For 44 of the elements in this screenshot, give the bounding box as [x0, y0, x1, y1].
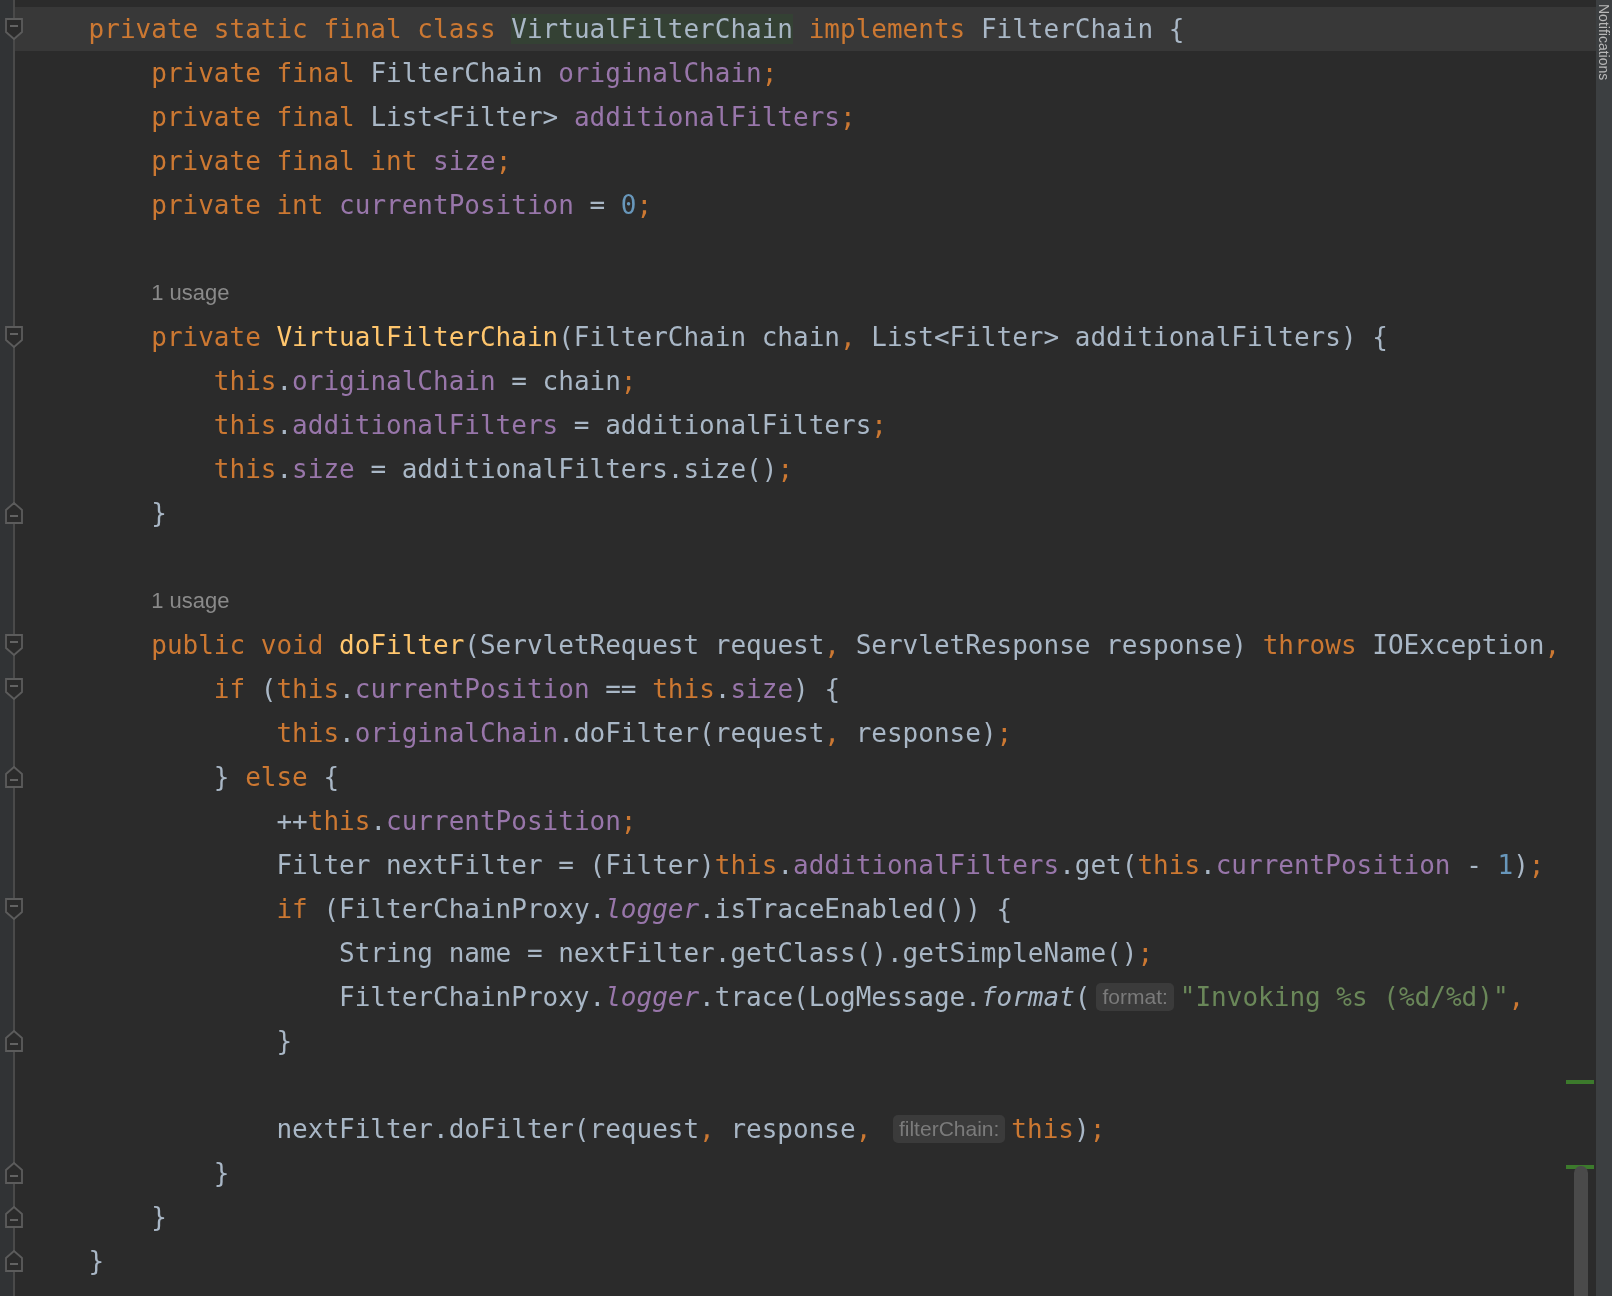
code-text: Filter nextFilter = (Filter)this.additionalFilters.get(this.currentPosition - 1); — [275, 850, 1545, 880]
code-text: "Invoking %s (%d/%d)", — [1179, 982, 1525, 1012]
code-text: this.originalChain = chain; — [212, 366, 637, 396]
fold-icon[interactable] — [4, 1249, 24, 1273]
code-text: if (this.currentPosition == this.size) { — [212, 674, 841, 704]
fold-icon[interactable] — [4, 1029, 24, 1053]
fold-icon[interactable] — [4, 765, 24, 789]
code-text: FilterChainProxy.logger.trace(LogMessage.format( — [338, 982, 1091, 1012]
code-text: private int currentPosition = 0; — [150, 190, 653, 220]
code-text: } else { — [212, 762, 340, 792]
code-text: this); — [1011, 1114, 1106, 1144]
change-marker — [1566, 1080, 1594, 1084]
code-text: private static final class VirtualFilterChain implements FilterChain { — [87, 14, 1185, 44]
code-text: ++this.currentPosition; — [275, 806, 637, 836]
code-text: private VirtualFilterChain(FilterChain chain, List<Filter> additionalFilters) { — [150, 322, 1388, 352]
code-text: this.size = additionalFilters.size(); — [212, 454, 794, 484]
code-text: } — [150, 1202, 167, 1232]
code-text: } — [87, 1246, 105, 1276]
notifications-tab[interactable]: Notifications — [1596, 4, 1612, 81]
fold-icon[interactable] — [4, 1205, 24, 1229]
code-text: public void doFilter(ServletRequest request, ServletResponse response) throws IOException, — [150, 630, 1561, 660]
parameter-hint: format: — [1096, 983, 1174, 1011]
fold-icon[interactable] — [4, 17, 24, 41]
code-text: String name = nextFilter.getClass().getSimpleName(); — [338, 938, 1154, 968]
fold-icon[interactable] — [4, 633, 24, 657]
code-text: } — [150, 498, 167, 528]
code-text: private final int size; — [150, 146, 512, 176]
code-text: private final List<Filter> additionalFilters; — [150, 102, 856, 132]
parameter-hint: filterChain: — [892, 1115, 1006, 1143]
code-text: nextFilter.doFilter(request, response, — [275, 1114, 873, 1144]
code-text: if (FilterChainProxy.logger.isTraceEnabled()) { — [275, 894, 1013, 924]
fold-icon[interactable] — [4, 325, 24, 349]
fold-icon[interactable] — [4, 897, 24, 921]
scrollbar-thumb[interactable] — [1574, 1166, 1588, 1296]
code-text: this.originalChain.doFilter(request, response); — [275, 718, 1013, 748]
usage-hint[interactable]: 1 usage — [151, 280, 230, 306]
code-text: private final FilterChain originalChain; — [150, 58, 778, 88]
usage-hint[interactable]: 1 usage — [151, 588, 230, 614]
code-text: this.additionalFilters = additionalFilters; — [212, 410, 887, 440]
fold-icon[interactable] — [4, 677, 24, 701]
fold-icon[interactable] — [4, 501, 24, 525]
fold-icon[interactable] — [4, 1161, 24, 1185]
code-text: } — [212, 1158, 230, 1188]
code-text: } — [275, 1026, 293, 1056]
